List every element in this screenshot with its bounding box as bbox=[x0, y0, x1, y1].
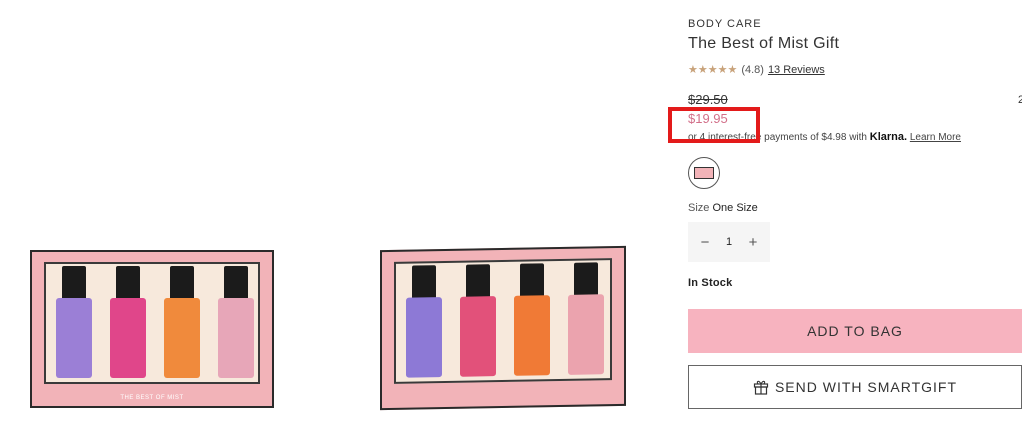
klarna-text: or 4 interest-free payments of $4.98 wit… bbox=[688, 132, 867, 143]
original-price: $29.50 bbox=[688, 92, 728, 107]
box-window bbox=[44, 262, 260, 384]
stock-status: In Stock bbox=[688, 277, 733, 289]
sale-price: $19.95 bbox=[688, 111, 728, 126]
send-with-smartgift-button[interactable]: SEND WITH SMARTGIFT bbox=[688, 365, 1022, 409]
mist-bottle-orange bbox=[162, 266, 202, 381]
product-title: The Best of Mist Gift bbox=[688, 35, 840, 52]
klarna-installments: or 4 interest-free payments of $4.98 wit… bbox=[688, 131, 961, 143]
smartgift-label: SEND WITH SMARTGIFT bbox=[774, 379, 958, 395]
plus-icon[interactable]: + bbox=[746, 234, 760, 251]
mist-bottle-purple bbox=[54, 266, 94, 381]
minus-icon[interactable]: − bbox=[698, 234, 712, 251]
mist-bottle-rose bbox=[216, 266, 256, 381]
product-image-angle[interactable] bbox=[380, 245, 626, 411]
quantity-value[interactable]: 1 bbox=[726, 236, 732, 248]
size-value: One Size bbox=[712, 202, 758, 214]
product-image-front[interactable]: THE BEST OF MIST bbox=[30, 250, 274, 408]
mist-bottle-pink bbox=[458, 264, 498, 380]
size-label: Size bbox=[688, 202, 710, 214]
mist-bottle-orange bbox=[512, 263, 552, 379]
rating-value: (4.8) bbox=[741, 63, 764, 76]
box-caption: THE BEST OF MIST bbox=[120, 395, 184, 401]
mist-bottle-rose bbox=[566, 262, 606, 378]
product-gallery: THE BEST OF MIST bbox=[0, 0, 660, 421]
klarna-learn-more-link[interactable]: Learn More bbox=[910, 132, 961, 143]
truncated-edge-text: 2 bbox=[1018, 94, 1022, 106]
product-category: BODY CARE bbox=[688, 18, 762, 30]
quantity-stepper: − 1 + bbox=[688, 222, 770, 262]
add-to-bag-label: ADD TO BAG bbox=[807, 323, 903, 339]
size-selector: Size One Size bbox=[688, 202, 758, 214]
star-rating-icon: ★★★★★ bbox=[688, 64, 738, 76]
add-to-bag-button[interactable]: ADD TO BAG bbox=[688, 309, 1022, 353]
reviews-link[interactable]: 13 Reviews bbox=[768, 64, 825, 76]
gift-box bbox=[380, 245, 626, 411]
box-window bbox=[394, 258, 612, 384]
mist-bottle-pink bbox=[108, 266, 148, 381]
mist-bottle-purple bbox=[404, 265, 444, 381]
gift-icon bbox=[753, 380, 769, 395]
swatch-thumbnail bbox=[694, 167, 714, 179]
gift-box: THE BEST OF MIST bbox=[30, 250, 274, 408]
klarna-logo: Klarna. bbox=[869, 131, 908, 143]
color-swatch[interactable] bbox=[688, 157, 720, 189]
rating-row: ★★★★★ (4.8) 13 Reviews bbox=[688, 63, 825, 77]
product-info-panel: BODY CARE The Best of Mist Gift ★★★★★ (4… bbox=[688, 0, 1022, 421]
